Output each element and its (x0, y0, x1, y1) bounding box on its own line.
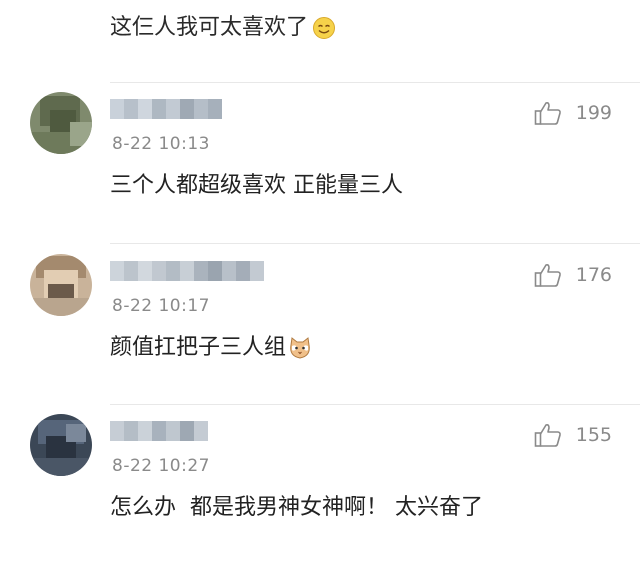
comment-timestamp: 8-22 10:13 (112, 134, 210, 154)
comment-timestamp: 8-22 10:17 (112, 296, 210, 316)
username-blurred[interactable] (110, 420, 208, 442)
like-button[interactable]: 176 (534, 262, 612, 288)
like-count: 155 (575, 424, 612, 446)
top-comment-text: 这仨人我可太喜欢了 (110, 15, 309, 40)
username-blurred[interactable] (110, 260, 264, 282)
divider (110, 243, 640, 244)
thumbs-up-icon (534, 424, 561, 447)
comment-item: 8-22 10:17 176 颜值扛把子三人组 (0, 254, 640, 404)
comment-item: 8-22 10:13 199 三个人都超级喜欢 正能量三人 (0, 92, 640, 242)
divider (110, 82, 640, 83)
avatar[interactable] (30, 92, 92, 154)
comment-item: 8-22 10:27 155 怎么办 都是我男神女神啊！ 太兴奋了 (0, 414, 640, 564)
like-count: 176 (575, 264, 612, 286)
divider (110, 404, 640, 405)
comment-text-row: 三个人都超级喜欢 正能量三人 (110, 170, 403, 202)
avatar[interactable] (30, 414, 92, 476)
like-count: 199 (575, 102, 612, 124)
top-comment-text-row: 这仨人我可太喜欢了 (110, 12, 336, 44)
like-button[interactable]: 199 (534, 100, 612, 126)
comment-timestamp: 8-22 10:27 (112, 456, 210, 476)
avatar[interactable] (30, 254, 92, 316)
smile-emoji-icon (313, 17, 336, 39)
comment-text-row: 怎么办 都是我男神女神啊！ 太兴奋了 (110, 492, 483, 524)
like-button[interactable]: 155 (534, 422, 612, 448)
comment-text: 怎么办 都是我男神女神啊！ 太兴奋了 (110, 495, 483, 520)
comment-text: 三个人都超级喜欢 正能量三人 (110, 173, 403, 198)
comment-text: 颜值扛把子三人组 (110, 335, 287, 360)
thumbs-up-icon (534, 264, 561, 287)
username-blurred[interactable] (110, 98, 222, 120)
comment-text-row: 颜值扛把子三人组 (110, 332, 312, 364)
cat-emoji-icon (290, 337, 310, 359)
thumbs-up-icon (534, 102, 561, 125)
